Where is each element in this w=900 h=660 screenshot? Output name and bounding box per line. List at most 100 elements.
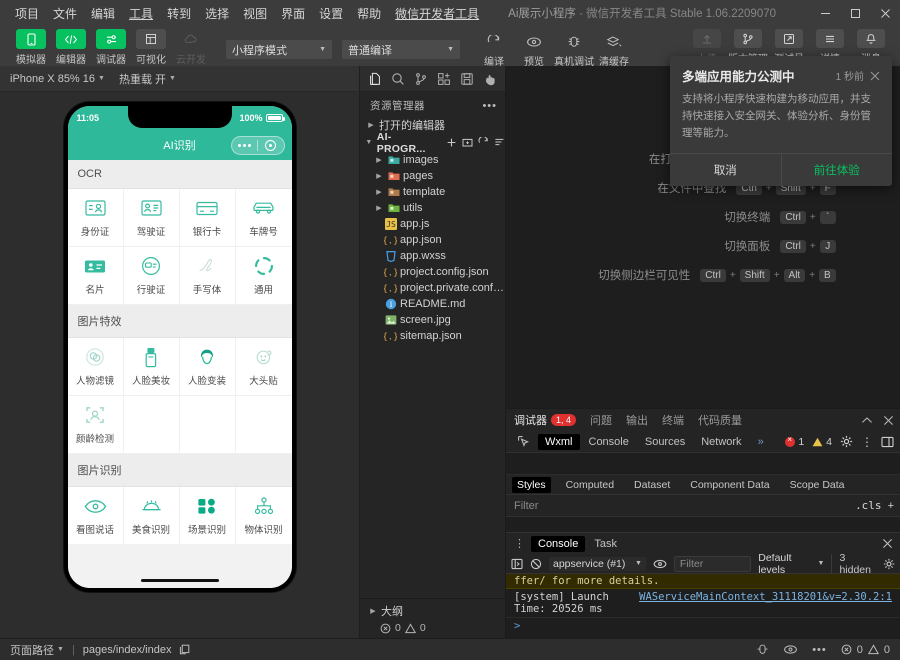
styles-tab-computed[interactable]: Computed bbox=[561, 477, 619, 493]
grid-item-plate-number[interactable]: 车牌号 bbox=[236, 189, 292, 247]
console-eye-icon[interactable] bbox=[653, 559, 667, 569]
hot-reload-select[interactable]: 热重载 开 ▼ bbox=[119, 71, 176, 87]
new-folder-icon[interactable] bbox=[462, 137, 473, 148]
folder-row-pages[interactable]: ▶ pages bbox=[360, 168, 505, 184]
close-icon[interactable] bbox=[870, 71, 880, 81]
files-icon[interactable] bbox=[366, 70, 384, 88]
folder-row-utils[interactable]: ▶ utils bbox=[360, 200, 505, 216]
menu-item-interface[interactable]: 界面 bbox=[274, 2, 312, 25]
minimize-button[interactable] bbox=[810, 0, 840, 26]
tab-problems[interactable]: 问题 bbox=[590, 412, 612, 428]
wxml-tree-area[interactable] bbox=[506, 453, 900, 475]
save-icon[interactable] bbox=[458, 70, 476, 88]
grid-item-drivers-license[interactable]: 驾驶证 bbox=[124, 189, 180, 247]
styles-tab-scope-data[interactable]: Scope Data bbox=[785, 477, 850, 493]
file-row-project-private-config[interactable]: {.} project.private.config.js... bbox=[360, 280, 505, 296]
notification-cancel-button[interactable]: 取消 bbox=[670, 154, 781, 186]
styles-tab-dataset[interactable]: Dataset bbox=[629, 477, 675, 493]
file-row-screen-jpg[interactable]: screen.jpg bbox=[360, 312, 505, 328]
search-icon[interactable] bbox=[389, 70, 407, 88]
gear-icon[interactable] bbox=[840, 435, 853, 448]
devtools-tab-sources[interactable]: Sources bbox=[638, 434, 692, 450]
eye-icon[interactable] bbox=[783, 644, 798, 655]
extensions-icon[interactable] bbox=[435, 70, 453, 88]
tab-terminal[interactable]: 终端 bbox=[662, 412, 684, 428]
kebab-menu-icon[interactable]: ⋮ bbox=[861, 438, 873, 446]
more-icon[interactable]: ••• bbox=[482, 100, 497, 112]
menu-item-file[interactable]: 文件 bbox=[46, 2, 84, 25]
menu-item-select[interactable]: 选择 bbox=[198, 2, 236, 25]
close-icon[interactable] bbox=[883, 415, 894, 426]
dock-side-icon[interactable] bbox=[881, 436, 894, 448]
devtools-tab-console[interactable]: Console bbox=[582, 434, 636, 450]
menu-item-view[interactable]: 视图 bbox=[236, 2, 274, 25]
menu-item-settings[interactable]: 设置 bbox=[312, 2, 350, 25]
tab-output[interactable]: 输出 bbox=[626, 412, 648, 428]
grid-item-face-swap[interactable]: 人脸变装 bbox=[180, 338, 236, 396]
collapse-icon[interactable] bbox=[494, 137, 505, 148]
styles-tab-component-data[interactable]: Component Data bbox=[685, 477, 774, 493]
file-row-readme[interactable]: i README.md bbox=[360, 296, 505, 312]
file-row-app-json[interactable]: {.} app.json bbox=[360, 232, 505, 248]
grid-item-business-card[interactable]: 名片 bbox=[68, 247, 124, 305]
cloud-dev-button[interactable]: 云开发 bbox=[174, 29, 208, 66]
error-count-group[interactable]: 1 bbox=[785, 436, 804, 448]
grid-item-portrait-filter[interactable]: 人物滤镜 bbox=[68, 338, 124, 396]
devtools-tab-network[interactable]: Network bbox=[694, 434, 748, 450]
menu-item-project[interactable]: 项目 bbox=[8, 2, 46, 25]
menu-item-goto[interactable]: 转到 bbox=[160, 2, 198, 25]
source-control-icon[interactable] bbox=[412, 70, 430, 88]
close-circle-icon[interactable] bbox=[258, 140, 284, 151]
kebab-menu-icon[interactable]: ⋮ bbox=[510, 537, 529, 550]
project-root-row[interactable]: ▼ AI-PROGR... bbox=[360, 133, 505, 152]
grid-item-food-recognition[interactable]: 美食识别 bbox=[124, 487, 180, 545]
compile-type-select[interactable]: 普通编译 ▼ bbox=[342, 40, 460, 59]
console-levels-select[interactable]: Default levels ▼ bbox=[758, 552, 824, 576]
outline-row[interactable]: ▶ 大纲 bbox=[366, 603, 505, 619]
new-file-icon[interactable] bbox=[446, 137, 457, 148]
grid-item-image-caption[interactable]: 看图说话 bbox=[68, 487, 124, 545]
menu-item-edit[interactable]: 编辑 bbox=[84, 2, 122, 25]
cls-button[interactable]: .cls bbox=[855, 499, 882, 512]
clear-cache-button[interactable]: 清缓存 bbox=[596, 31, 632, 68]
grid-item-id-card[interactable]: 身份证 bbox=[68, 189, 124, 247]
maximize-button[interactable] bbox=[840, 0, 870, 26]
simulator-toggle-button[interactable]: 模拟器 bbox=[14, 29, 48, 66]
folder-row-images[interactable]: ▶ images bbox=[360, 152, 505, 168]
devtools-tab-wxml[interactable]: Wxml bbox=[538, 434, 580, 450]
device-select[interactable]: iPhone X 85% 16 ▼ bbox=[10, 73, 105, 85]
console-filter-input[interactable]: Filter bbox=[674, 556, 751, 572]
wechat-capsule[interactable] bbox=[231, 136, 285, 155]
console-tab-console[interactable]: Console bbox=[531, 536, 585, 552]
console-prompt[interactable]: > bbox=[506, 618, 900, 634]
preview-button[interactable]: 预览 bbox=[516, 31, 552, 68]
compile-mode-select[interactable]: 小程序模式 ▼ bbox=[226, 40, 332, 59]
menu-item-tools[interactable]: 工具 bbox=[122, 2, 160, 25]
console-settings-icon[interactable] bbox=[883, 558, 895, 570]
inspect-element-icon[interactable] bbox=[514, 433, 532, 451]
compile-button[interactable]: 编译 bbox=[476, 31, 512, 68]
grid-item-photo-sticker[interactable]: 大头贴 bbox=[236, 338, 292, 396]
more-icon[interactable]: ••• bbox=[812, 644, 827, 656]
visualization-toggle-button[interactable]: 可视化 bbox=[134, 29, 168, 66]
status-problems[interactable]: 0 0 bbox=[841, 644, 890, 656]
grid-item-object-recognition[interactable]: 物体识别 bbox=[236, 487, 292, 545]
clear-console-icon[interactable] bbox=[530, 558, 542, 570]
refresh-icon[interactable] bbox=[478, 137, 489, 148]
console-context-select[interactable]: appservice (#1) ▼ bbox=[549, 557, 646, 571]
menu-item-devtools[interactable]: 微信开发者工具 bbox=[388, 2, 486, 25]
notification-confirm-button[interactable]: 前往体验 bbox=[781, 154, 893, 186]
copy-icon[interactable] bbox=[179, 644, 190, 655]
file-row-sitemap-json[interactable]: {.} sitemap.json bbox=[360, 328, 505, 344]
grid-item-bank-card[interactable]: 银行卡 bbox=[180, 189, 236, 247]
warning-count-group[interactable]: 4 bbox=[812, 436, 832, 448]
file-row-app-wxss[interactable]: app.wxss bbox=[360, 248, 505, 264]
more-icon[interactable] bbox=[232, 144, 258, 147]
page-path-select[interactable]: 页面路径 ▼ bbox=[10, 642, 64, 658]
styles-tab-styles[interactable]: Styles bbox=[512, 477, 551, 493]
console-tab-task[interactable]: Task bbox=[587, 536, 624, 552]
grid-item-handwriting[interactable]: 手写体 bbox=[180, 247, 236, 305]
real-device-debug-button[interactable]: 真机调试 bbox=[556, 31, 592, 68]
devtools-tab-more[interactable]: » bbox=[751, 434, 771, 450]
grid-item-face-makeup[interactable]: 人脸美妆 bbox=[124, 338, 180, 396]
